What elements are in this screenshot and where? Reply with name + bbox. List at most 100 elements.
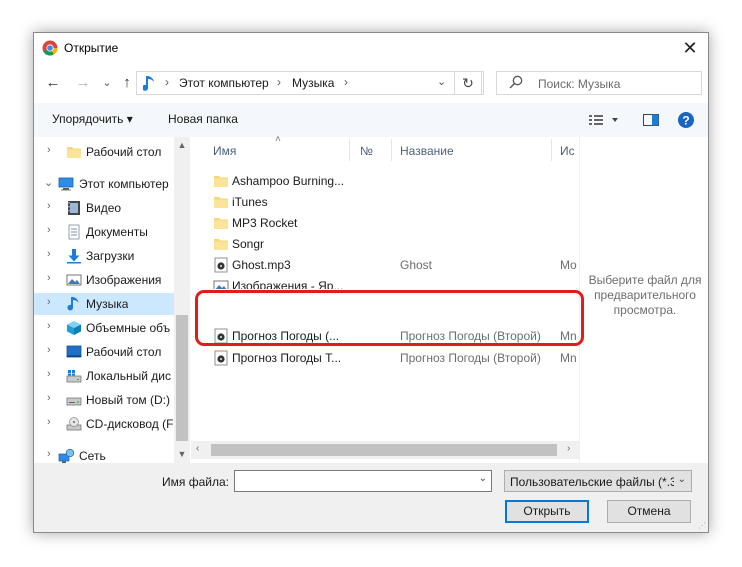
up-arrow-icon[interactable]: ↑ [118,74,136,92]
chevron-down-icon[interactable]: ⌄ [479,473,487,484]
recent-locations-chevron-icon[interactable]: ⌄ [98,74,116,92]
folder-icon [214,218,228,229]
scroll-down-arrow-icon[interactable]: ▼ [176,449,188,459]
expand-chevron-icon[interactable]: › [47,224,51,236]
filename-input[interactable]: ⌄ [234,470,492,492]
column-header-number[interactable]: № [360,144,373,158]
sidebar-item-pictures[interactable]: › Изображения [34,269,188,291]
audio-file-icon [214,350,228,366]
list-item[interactable]: Прогноз Погоды Т... Прогноз Погоды (Втор… [191,347,579,369]
sidebar-item-volume-d[interactable]: › Новый том (D:) [34,389,188,411]
file-name: Изображения - Яр... [232,279,344,289]
window-title: Открытие [64,41,119,55]
view-options-icon[interactable] [588,111,622,129]
new-folder-button[interactable]: Новая папка [168,112,238,126]
preview-pane-icon[interactable] [642,111,660,129]
scrollbar-thumb[interactable] [176,315,188,441]
list-item[interactable]: Songr [191,233,579,255]
sidebar-item-label: Музыка [86,297,129,311]
expand-chevron-icon[interactable]: › [47,320,51,332]
documents-icon [68,224,80,240]
chrome-icon [42,40,58,56]
cancel-button[interactable]: Отмена [607,500,691,523]
expand-chevron-icon[interactable]: › [47,448,51,460]
sidebar-item-music[interactable]: › Музыка [34,293,188,315]
list-item[interactable]: Ashampoo Burning... [191,170,579,192]
open-button[interactable]: Открыть [505,500,589,523]
address-segment-this-pc[interactable]: Этот компьютер [179,76,269,90]
scrollbar-thumb[interactable] [211,444,557,456]
sidebar-item-desktop[interactable]: › Рабочий стол [34,341,188,363]
organize-button[interactable]: Упорядочить ▾ [52,112,133,126]
sidebar-item-label: Этот компьютер [79,177,169,191]
expand-chevron-icon[interactable]: › [47,296,51,308]
column-separator[interactable] [551,139,552,161]
file-name: Ashampoo Burning... [232,174,345,188]
address-separator: › [277,75,281,89]
resize-grip-icon[interactable]: ⋰ [698,521,706,530]
address-segment-music[interactable]: Музыка [292,76,334,90]
collapse-chevron-icon[interactable]: ⌄ [44,176,53,189]
expand-chevron-icon[interactable]: › [47,416,51,428]
sidebar-item-3d-objects[interactable]: › Объемные объ [34,317,188,339]
sidebar-item-this-pc[interactable]: ⌄ Этот компьютер [34,173,188,195]
back-arrow-icon[interactable]: ← [44,74,62,92]
column-header-title[interactable]: Название [400,144,454,158]
forward-arrow-icon[interactable]: → [74,74,92,92]
svg-text:?: ? [682,114,689,128]
file-list-horizontal-scrollbar[interactable]: ‹ › [191,441,579,459]
folder-icon [67,147,81,158]
address-history-chevron-icon[interactable]: ⌄ [437,75,446,88]
scroll-up-arrow-icon[interactable]: ▲ [176,140,188,150]
refresh-button[interactable]: ↻ [454,71,482,95]
expand-chevron-icon[interactable]: › [47,272,51,284]
search-box[interactable]: Поиск: Музыка [496,71,702,95]
help-icon[interactable]: ? [677,111,695,129]
list-item[interactable]: iTunes [191,191,579,213]
expand-chevron-icon[interactable]: › [47,392,51,404]
annotation-highlight-box [195,290,584,346]
sidebar-item-documents[interactable]: › Документы [34,221,188,243]
filetype-select[interactable]: Пользовательские файлы (*.3 ⌄ [504,470,692,492]
expand-chevron-icon[interactable]: › [47,248,51,260]
downloads-icon [67,249,81,264]
sidebar-item-local-disk[interactable]: › Локальный дис [34,365,188,387]
sidebar-item-label: Рабочий стол [86,145,162,159]
scroll-right-arrow-icon[interactable]: › [567,443,570,454]
column-header-artist[interactable]: Ис [560,144,575,158]
sidebar-item-label: CD-дисковод (F [86,417,174,431]
desktop-icon [66,345,82,358]
column-separator[interactable] [391,139,392,161]
folder-icon [214,239,228,250]
navigation-pane-scrollbar[interactable]: ▲ ▼ [174,137,190,463]
list-item[interactable]: MP3 Rocket [191,212,579,234]
refresh-icon: ↻ [462,75,474,91]
close-icon[interactable]: ✕ [678,37,702,59]
file-name: MP3 Rocket [232,216,298,230]
sidebar-item-label: Рабочий стол [86,345,162,359]
column-separator[interactable] [349,139,350,161]
search-placeholder: Поиск: Музыка [538,77,621,91]
column-headers: ˄ Имя № Название Ис [191,134,579,161]
expand-chevron-icon[interactable]: › [47,144,51,156]
open-dialog: Открытие ✕ ← → ⌄ ↑ › Этот компьютер › Му… [33,32,709,533]
expand-chevron-icon[interactable]: › [47,344,51,356]
list-item[interactable]: Ghost.mp3 Ghost Mo [191,254,579,276]
sidebar-item-downloads[interactable]: › Загрузки [34,245,188,267]
computer-icon [58,177,74,191]
column-header-name[interactable]: Имя [213,144,236,158]
sort-ascending-icon: ˄ [275,134,281,145]
list-item[interactable]: Изображения - Яр... [191,275,579,289]
sidebar-item-desktop-quick[interactable]: › Рабочий стол [34,141,188,163]
sidebar-item-label: Объемные объ [86,321,171,335]
filename-label: Имя файла: [162,475,229,489]
folder-icon [214,176,228,187]
scroll-left-arrow-icon[interactable]: ‹ [196,443,199,454]
expand-chevron-icon[interactable]: › [47,200,51,212]
sidebar-item-video[interactable]: › Видео [34,197,188,219]
sidebar-item-cd-drive[interactable]: › CD-дисковод (F [34,413,188,435]
address-bar[interactable]: › Этот компьютер › Музыка › ⌄ [136,71,484,95]
file-name: iTunes [232,195,268,209]
cd-drive-icon [66,417,82,431]
expand-chevron-icon[interactable]: › [47,368,51,380]
